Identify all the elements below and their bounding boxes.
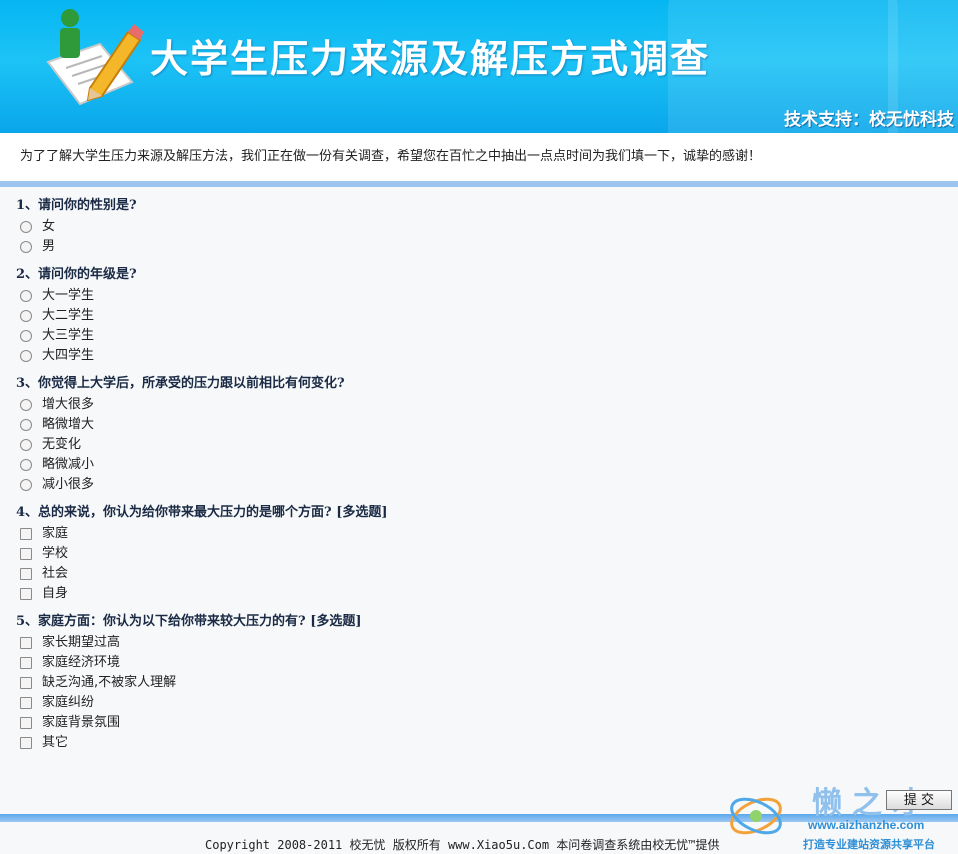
checkbox[interactable] bbox=[20, 677, 32, 689]
option-row[interactable]: 缺乏沟通,不被家人理解 bbox=[20, 673, 958, 693]
option-row[interactable]: 男 bbox=[20, 237, 958, 257]
survey-pencil-logo-icon bbox=[46, 9, 144, 106]
checkbox[interactable] bbox=[20, 637, 32, 649]
radio-button[interactable] bbox=[20, 310, 32, 322]
option-row[interactable]: 大一学生 bbox=[20, 286, 958, 306]
option-label: 略微增大 bbox=[42, 417, 95, 432]
option-row[interactable]: 大三学生 bbox=[20, 326, 958, 346]
option-label: 增大很多 bbox=[42, 397, 95, 412]
option-row[interactable]: 家庭 bbox=[20, 524, 958, 544]
radio-button[interactable] bbox=[20, 241, 32, 253]
option-row[interactable]: 家长期望过高 bbox=[20, 633, 958, 653]
question-title: 2、请问你的年级是? bbox=[16, 267, 137, 282]
option-label: 大二学生 bbox=[42, 308, 95, 323]
question-2: 2、请问你的年级是? 大一学生大二学生大三学生大四学生 bbox=[16, 264, 958, 366]
option-row[interactable]: 减小很多 bbox=[20, 475, 958, 495]
question-5: 5、家庭方面：你认为以下给你带来较大压力的有? [多选题] 家长期望过高 家庭经济环… bbox=[16, 611, 958, 753]
option-label: 社会 bbox=[42, 566, 69, 581]
option-row[interactable]: 大四学生 bbox=[20, 346, 958, 366]
submit-button[interactable]: 提 交 bbox=[886, 790, 952, 810]
option-label: 自身 bbox=[42, 586, 69, 601]
question-title: 4、总的来说，你认为给你带来最大压力的是哪个方面? [多选题] bbox=[16, 505, 388, 520]
radio-button[interactable] bbox=[20, 419, 32, 431]
option-row[interactable]: 女 bbox=[20, 217, 958, 237]
option-row[interactable]: 无变化 bbox=[20, 435, 958, 455]
question-title: 3、你觉得上大学后，所承受的压力跟以前相比有何变化? bbox=[16, 376, 345, 391]
copyright-text: Copyright 2008-2011 校无忧 版权所有 www.Xiao5u.… bbox=[205, 838, 720, 852]
option-label: 家庭 bbox=[42, 526, 69, 541]
option-row[interactable]: 家庭纠纷 bbox=[20, 693, 958, 713]
option-row[interactable]: 自身 bbox=[20, 584, 958, 604]
checkbox[interactable] bbox=[20, 697, 32, 709]
option-label: 无变化 bbox=[42, 437, 82, 452]
option-label: 家庭背景氛围 bbox=[42, 715, 121, 730]
option-row[interactable]: 增大很多 bbox=[20, 395, 958, 415]
question-4: 4、总的来说，你认为给你带来最大压力的是哪个方面? [多选题] 家庭学校社会自身 bbox=[16, 502, 958, 604]
checkbox[interactable] bbox=[20, 548, 32, 560]
option-row[interactable]: 学校 bbox=[20, 544, 958, 564]
option-label: 大四学生 bbox=[42, 348, 95, 363]
option-label: 女 bbox=[42, 219, 56, 234]
option-label: 减小很多 bbox=[42, 477, 95, 492]
option-label: 男 bbox=[42, 239, 56, 254]
question-3: 3、你觉得上大学后，所承受的压力跟以前相比有何变化? 增大很多略微增大无变化略微减… bbox=[16, 373, 958, 495]
option-label: 其它 bbox=[42, 735, 69, 750]
page-title: 大学生压力来源及解压方式调查 bbox=[150, 37, 711, 81]
option-label: 缺乏沟通,不被家人理解 bbox=[42, 675, 177, 690]
option-label: 大三学生 bbox=[42, 328, 95, 343]
radio-button[interactable] bbox=[20, 459, 32, 471]
option-label: 家庭经济环境 bbox=[42, 655, 121, 670]
question-1: 1、请问你的性别是? 女男 bbox=[16, 195, 958, 257]
option-row[interactable]: 社会 bbox=[20, 564, 958, 584]
header-banner: 大学生压力来源及解压方式调查 技术支持：校无忧科技 bbox=[0, 0, 958, 133]
checkbox[interactable] bbox=[20, 528, 32, 540]
option-label: 大一学生 bbox=[42, 288, 95, 303]
radio-button[interactable] bbox=[20, 290, 32, 302]
radio-button[interactable] bbox=[20, 439, 32, 451]
watermark-url: www.aizhanzhe.com bbox=[808, 818, 925, 832]
option-label: 家庭纠纷 bbox=[42, 695, 95, 710]
option-label: 家长期望过高 bbox=[42, 635, 121, 650]
radio-button[interactable] bbox=[20, 330, 32, 342]
question-list: 1、请问你的性别是? 女男 2、请问你的年级是? 大一学生大二学生大三学生大四学生 3、… bbox=[0, 187, 958, 753]
option-row[interactable]: 大二学生 bbox=[20, 306, 958, 326]
checkbox[interactable] bbox=[20, 657, 32, 669]
tech-support-label: 技术支持：校无忧科技 bbox=[784, 110, 954, 130]
radio-button[interactable] bbox=[20, 221, 32, 233]
option-row[interactable]: 其它 bbox=[20, 733, 958, 753]
question-title: 1、请问你的性别是? bbox=[16, 198, 137, 213]
checkbox[interactable] bbox=[20, 588, 32, 600]
radio-button[interactable] bbox=[20, 350, 32, 362]
question-title: 5、家庭方面：你认为以下给你带来较大压力的有? [多选题] bbox=[16, 614, 362, 629]
checkbox[interactable] bbox=[20, 717, 32, 729]
option-label: 略微减小 bbox=[42, 457, 95, 472]
intro-text: 为了了解大学生压力来源及解压方法，我们正在做一份有关调查，希望您在百忙之中抽出一… bbox=[0, 133, 958, 187]
option-row[interactable]: 略微减小 bbox=[20, 455, 958, 475]
option-row[interactable]: 家庭经济环境 bbox=[20, 653, 958, 673]
checkbox[interactable] bbox=[20, 568, 32, 580]
watermark-slogan: 打造专业建站资源共享平台 bbox=[803, 838, 935, 851]
option-row[interactable]: 略微增大 bbox=[20, 415, 958, 435]
option-label: 学校 bbox=[42, 546, 69, 561]
radio-button[interactable] bbox=[20, 399, 32, 411]
checkbox[interactable] bbox=[20, 737, 32, 749]
option-row[interactable]: 家庭背景氛围 bbox=[20, 713, 958, 733]
radio-button[interactable] bbox=[20, 479, 32, 491]
